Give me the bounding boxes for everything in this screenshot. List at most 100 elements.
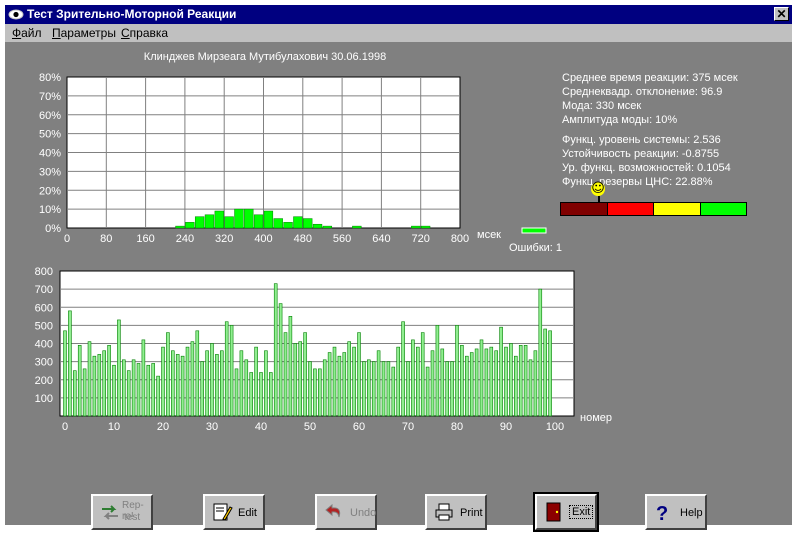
- histogram-y-tick: 70%: [39, 91, 61, 103]
- histogram-bar: [303, 218, 313, 229]
- printer-icon: [435, 503, 453, 521]
- histogram-bar: [185, 222, 195, 229]
- stat-mode: Мода: 330 мсек: [562, 100, 642, 112]
- sequence-bar: [175, 354, 180, 417]
- sequence-bar: [533, 350, 538, 417]
- histogram-x-tick: 240: [176, 233, 194, 245]
- histogram-bar: [194, 216, 205, 229]
- sequence-bar: [381, 361, 386, 417]
- sequence-x-tick: 0: [62, 421, 68, 433]
- sequence-bar: [156, 375, 160, 417]
- sequence-bar: [161, 346, 165, 417]
- sequence-y-tick: 100: [35, 393, 53, 405]
- sequence-bar: [68, 310, 72, 417]
- stat-functional-capability: Ур. функц. возможностей: 0.1054: [562, 162, 731, 174]
- sequence-bar: [126, 370, 131, 417]
- sequence-bar: [77, 345, 82, 417]
- sequence-bar: [518, 345, 523, 417]
- sequence-y-tick: 400: [35, 339, 53, 351]
- sequence-bar: [322, 359, 327, 417]
- sequence-x-tick: 20: [157, 421, 169, 433]
- sequence-bar: [264, 350, 268, 417]
- help-button[interactable]: ? Help: [645, 494, 707, 530]
- sequence-bar: [254, 346, 258, 417]
- sequence-bar: [171, 350, 175, 417]
- histogram-bar: [352, 225, 362, 229]
- sequence-y-tick: 800: [35, 266, 53, 278]
- sequence-bar: [151, 363, 155, 417]
- sequence-bar: [484, 348, 489, 417]
- sequence-bar: [509, 343, 513, 417]
- sequence-bar: [445, 361, 449, 417]
- histogram-bar: [204, 214, 215, 229]
- sequence-bar: [220, 350, 224, 417]
- exit-door-icon: [546, 502, 561, 522]
- histogram-bar: [175, 225, 185, 229]
- histogram-y-tick: 30%: [39, 166, 61, 178]
- sequence-bar: [416, 346, 420, 417]
- indicator-segment-dark-red: [561, 203, 607, 215]
- sequence-bar: [102, 350, 106, 417]
- sequence-bar: [396, 346, 400, 417]
- reproduce-test-button[interactable]: Rep-ro! test: [91, 494, 153, 530]
- sequence-x-tick: 10: [108, 421, 120, 433]
- sequence-bar: [313, 368, 317, 417]
- eye-icon: [8, 9, 24, 20]
- indicator-segment-green: [699, 203, 746, 215]
- undo-button[interactable]: Undo: [315, 494, 377, 530]
- edit-pencil-icon: [213, 503, 233, 521]
- sequence-bar: [455, 325, 459, 417]
- sequence-bar: [224, 321, 229, 417]
- menu-parameters[interactable]: Параметры: [52, 26, 116, 40]
- sequence-bar: [357, 332, 361, 417]
- stat-reaction-stability: Устойчивость реакции: -0.8755: [562, 148, 720, 160]
- sequence-x-tick: 40: [255, 421, 267, 433]
- close-button[interactable]: ✕: [774, 7, 789, 21]
- sequence-bar: [425, 366, 430, 417]
- sequence-bar: [269, 372, 273, 417]
- sequence-bar: [420, 332, 425, 417]
- menu-file-rest: айл: [21, 26, 42, 40]
- menu-file[interactable]: Файл: [12, 26, 42, 40]
- subject-label: Клинджев Мирзеага Мутибулахович 30.06.19…: [144, 51, 386, 63]
- sequence-bar: [371, 361, 376, 417]
- histogram-x-unit: мсек: [477, 229, 501, 241]
- edit-button[interactable]: Edit: [203, 494, 265, 530]
- histogram-x-tick: 160: [136, 233, 154, 245]
- edit-button-label: Edit: [238, 507, 257, 519]
- sequence-bar: [298, 341, 302, 417]
- sequence-bar: [63, 330, 67, 417]
- sequence-bar: [352, 346, 356, 417]
- exit-button[interactable]: Exit: [533, 492, 599, 532]
- sequence-bar: [136, 363, 141, 417]
- errors-label: Ошибки: 1: [509, 242, 562, 254]
- undo-arrow-icon: [325, 503, 341, 518]
- histogram-bar: [263, 210, 274, 229]
- histogram-chart: Клинджев Мирзеага Мутибулахович 30.06.19…: [39, 51, 562, 254]
- histogram-bar: [420, 225, 431, 229]
- sequence-bar: [87, 341, 92, 417]
- menu-help[interactable]: Справка: [121, 26, 168, 40]
- exit-button-label: Exit: [569, 505, 594, 519]
- indicator-segment-yellow: [653, 203, 700, 215]
- sequence-bar: [514, 355, 518, 417]
- sequence-bar: [210, 343, 214, 417]
- sequence-y-tick: 600: [35, 302, 53, 314]
- menu-file-key: Ф: [12, 26, 22, 40]
- sequence-bar: [308, 361, 312, 417]
- menu-parameters-rest: араметры: [60, 26, 116, 40]
- sequence-bar: [538, 288, 543, 417]
- title-bar[interactable]: Тест Зрительно-Моторной Реакции ✕: [5, 5, 792, 24]
- print-button[interactable]: Print: [425, 494, 487, 530]
- sequence-bar: [362, 361, 366, 417]
- sequence-bar: [122, 359, 126, 417]
- sequence-x-tick: 90: [500, 421, 512, 433]
- sequence-bar: [195, 330, 200, 417]
- histogram-bar: [293, 216, 303, 229]
- histogram-x-tick: 480: [294, 233, 312, 245]
- sequence-bar: [318, 368, 322, 417]
- indicator-segment-red: [606, 203, 653, 215]
- sequence-x-unit: номер: [580, 412, 612, 424]
- histogram-x-tick: 320: [215, 233, 233, 245]
- sequence-bar: [523, 345, 528, 417]
